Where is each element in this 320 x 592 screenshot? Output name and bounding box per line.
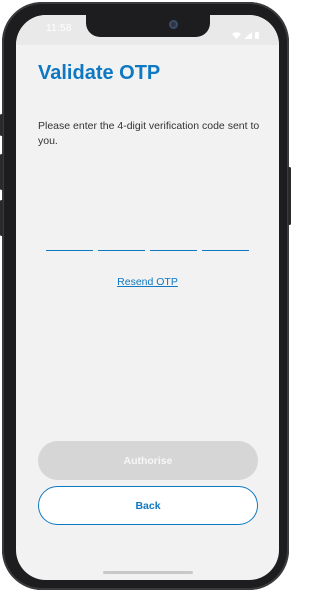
- wifi-icon: [232, 24, 241, 43]
- otp-digit-2[interactable]: [98, 237, 145, 251]
- phone-frame: 11:58 Validate OTP Please enter the 4-di…: [0, 2, 291, 590]
- signal-icon: [244, 24, 252, 43]
- otp-digit-4[interactable]: [202, 237, 249, 251]
- otp-input-group: [46, 237, 249, 251]
- phone-side-button: [0, 114, 3, 136]
- resend-otp-link[interactable]: Resend OTP: [16, 276, 279, 288]
- status-time: 11:58: [46, 23, 72, 34]
- instruction-text: Please enter the 4-digit verification co…: [38, 120, 260, 147]
- page-title: Validate OTP: [38, 62, 161, 84]
- back-button[interactable]: Back: [38, 486, 258, 525]
- phone-side-button: [0, 200, 3, 236]
- notch: [86, 15, 210, 37]
- phone-side-button: [288, 167, 291, 225]
- phone-side-button: [0, 154, 3, 190]
- app-screen: 11:58 Validate OTP Please enter the 4-di…: [16, 15, 279, 580]
- otp-digit-1[interactable]: [46, 237, 93, 251]
- status-icons: [232, 24, 259, 43]
- battery-icon: [255, 24, 259, 43]
- home-indicator: [102, 571, 193, 574]
- authorise-button[interactable]: Authorise: [38, 441, 258, 480]
- camera-icon: [169, 20, 178, 29]
- otp-digit-3[interactable]: [150, 237, 197, 251]
